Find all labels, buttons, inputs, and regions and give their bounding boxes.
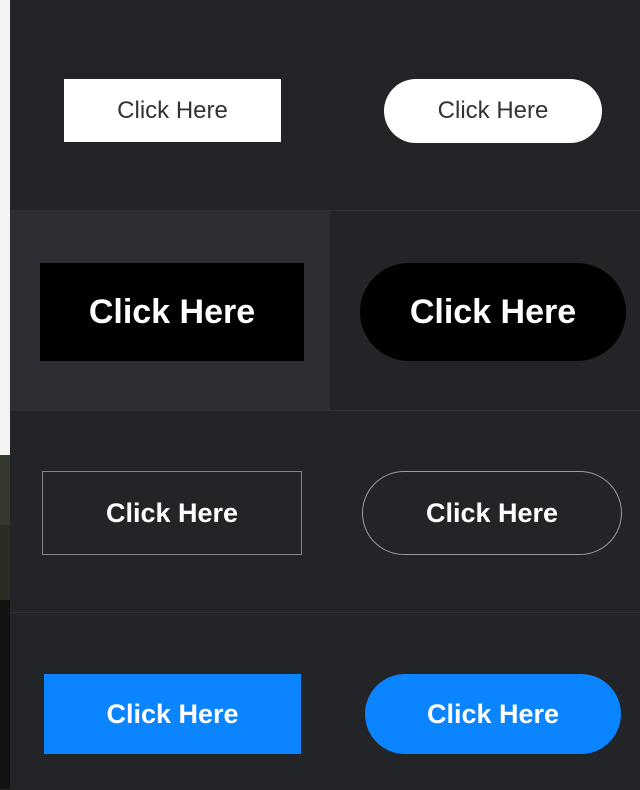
white-square-button[interactable]: Click Here (64, 79, 281, 142)
blue-square-button-label: Click Here (106, 698, 239, 729)
white-pill-button[interactable]: Click Here (384, 79, 602, 143)
white-pill-button-label: Click Here (437, 97, 549, 124)
white-buttons-row: Click Here Click Here (10, 0, 640, 210)
outline-buttons-row: Click Here Click Here (10, 410, 640, 613)
black-square-button-label: Click Here (88, 293, 256, 331)
left-edge-strip (0, 0, 10, 789)
black-pill-button[interactable]: Click Here (360, 263, 626, 361)
outline-square-button-label: Click Here (105, 497, 239, 528)
black-buttons-row: Click Here Click Here (10, 210, 640, 411)
black-pill-button-label: Click Here (409, 293, 577, 331)
blue-pill-button[interactable]: Click Here (365, 674, 621, 754)
outline-pill-button-label: Click Here (425, 497, 559, 528)
blue-square-button[interactable]: Click Here (44, 674, 301, 754)
outline-square-button[interactable]: Click Here (42, 471, 302, 555)
outline-pill-button[interactable]: Click Here (362, 471, 622, 555)
blue-buttons-row: Click Here Click Here (10, 612, 640, 790)
black-square-button[interactable]: Click Here (40, 263, 304, 361)
button-style-panel: Click Here Click Here Click Here Click H… (10, 0, 640, 789)
white-square-button-label: Click Here (117, 96, 228, 124)
blue-pill-button-label: Click Here (426, 698, 560, 729)
